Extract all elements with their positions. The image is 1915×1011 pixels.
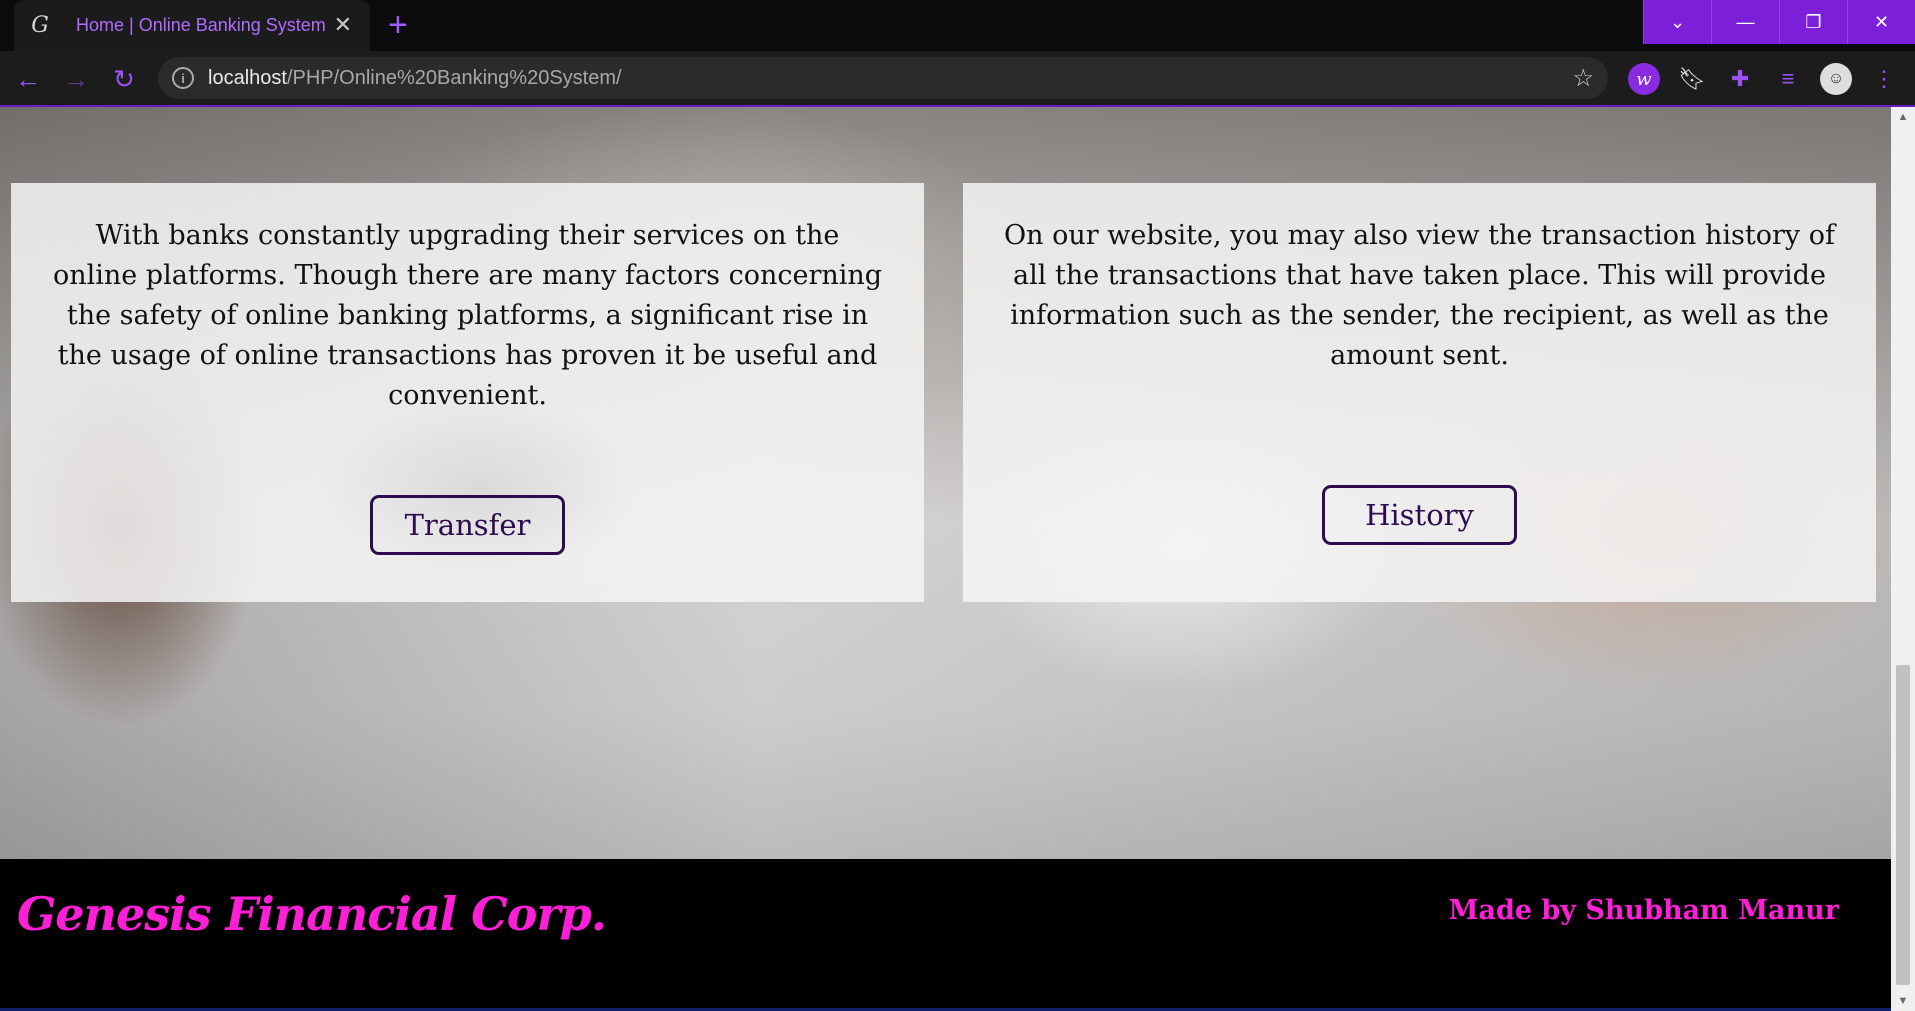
history-card: On our website, you may also view the tr… [963, 183, 1876, 602]
playlist-icon[interactable]: ≡ [1772, 63, 1804, 95]
bookmark-icon[interactable]: 🔖︎ [1676, 63, 1708, 95]
browser-toolbar: ← → ↻ i localhost/PHP/Online%20Banking%2… [0, 51, 1915, 107]
back-arrow-icon[interactable]: ← [10, 61, 46, 97]
transfer-card: With banks constantly upgrading their se… [11, 183, 924, 602]
footer-brand: Genesis Financial Corp. [17, 887, 607, 941]
history-button[interactable]: History [1322, 485, 1517, 545]
tab-title: Home | Online Banking System [76, 15, 326, 35]
hero-background: With banks constantly upgrading their se… [0, 107, 1891, 859]
star-icon[interactable]: ☆ [1572, 64, 1594, 93]
minimize-icon[interactable]: — [1711, 0, 1779, 44]
forward-arrow-icon[interactable]: → [58, 61, 94, 97]
extension-w-icon[interactable]: w [1628, 63, 1660, 95]
history-card-text: On our website, you may also view the tr… [1004, 220, 1835, 371]
puzzle-icon[interactable]: ✚ [1724, 63, 1756, 95]
restore-icon[interactable]: ❐ [1779, 0, 1847, 44]
tab-search-icon[interactable]: ⌄ [1643, 0, 1711, 44]
info-icon[interactable]: i [172, 67, 194, 89]
footer: Genesis Financial Corp. Made by Shubham … [0, 859, 1891, 1011]
scroll-up-icon[interactable]: ▲ [1891, 107, 1915, 127]
close-tab-icon[interactable]: ✕ [334, 12, 352, 38]
url-path: /PHP/Online%20Banking%20System/ [286, 66, 622, 89]
window-close-icon[interactable]: ✕ [1847, 0, 1915, 44]
transfer-button[interactable]: Transfer [370, 495, 565, 555]
profile-avatar[interactable]: ☺ [1820, 63, 1852, 95]
new-tab-icon[interactable]: + [388, 8, 408, 42]
reload-icon[interactable]: ↻ [106, 61, 142, 97]
url-host: localhost [208, 66, 287, 89]
menu-icon[interactable]: ⋮ [1868, 63, 1900, 95]
window-controls: ⌄ — ❐ ✕ [1643, 0, 1915, 44]
scroll-down-icon[interactable]: ▼ [1891, 991, 1915, 1011]
address-bar[interactable]: i localhost/PHP/Online%20Banking%20Syste… [158, 57, 1608, 99]
footer-credit: Made by Shubham Manur [1448, 895, 1839, 926]
page-viewport: With banks constantly upgrading their se… [0, 107, 1915, 1011]
scroll-thumb[interactable] [1896, 665, 1910, 985]
transfer-card-text: With banks constantly upgrading their se… [52, 220, 883, 411]
page-scrollbar[interactable]: ▲ ▼ [1891, 107, 1915, 1011]
browser-tab[interactable]: G Home | Online Banking System ✕ [14, 0, 370, 51]
tab-strip: G Home | Online Banking System ✕ + ⌄ — ❐… [0, 0, 1915, 51]
favicon-icon: G [31, 13, 49, 38]
